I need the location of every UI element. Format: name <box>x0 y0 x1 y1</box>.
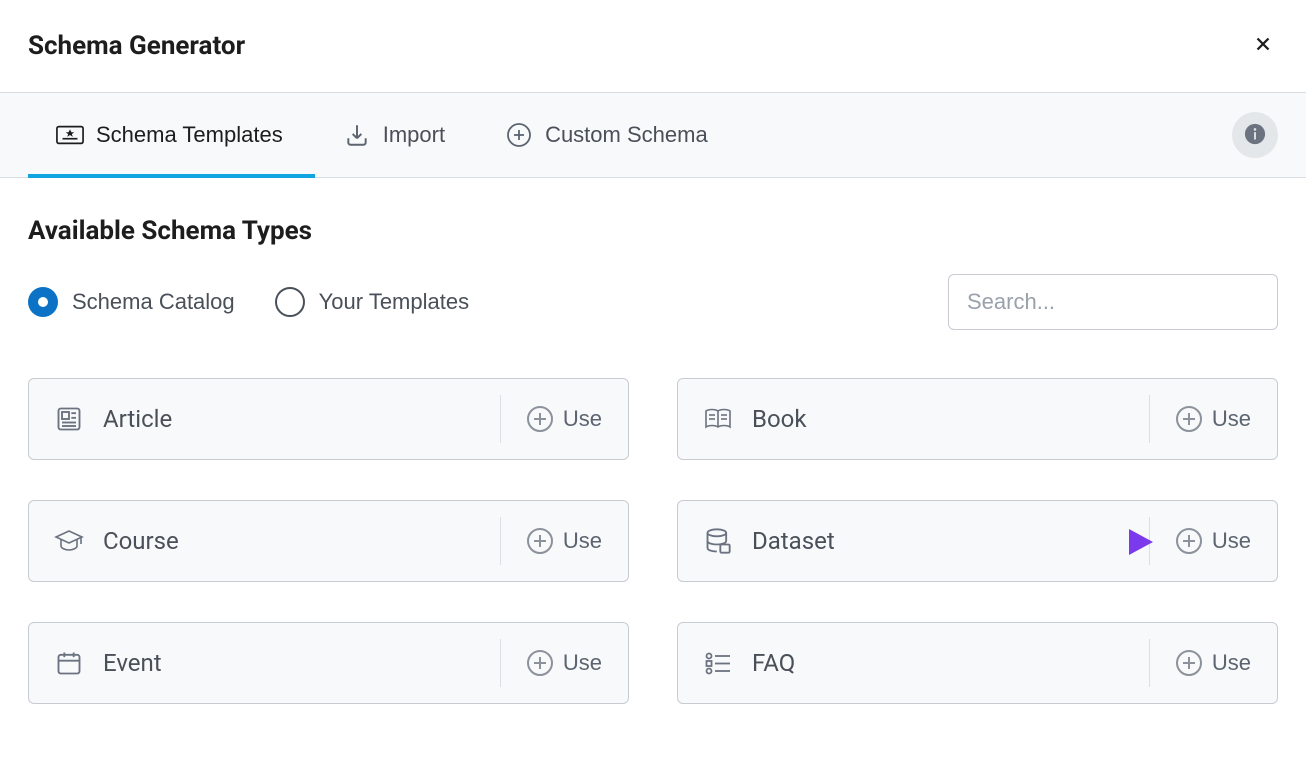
custom-schema-icon <box>505 121 533 149</box>
use-label: Use <box>563 406 602 432</box>
schema-card-article[interactable]: Article Use <box>28 378 629 460</box>
use-button-course[interactable]: Use <box>500 517 628 565</box>
close-icon <box>1252 30 1274 61</box>
schema-card-course[interactable]: Course Use <box>28 500 629 582</box>
card-label: Dataset <box>752 527 835 555</box>
tab-label: Schema Templates <box>96 122 283 148</box>
schema-card-book[interactable]: Book Use <box>677 378 1278 460</box>
plus-circle-icon <box>1176 406 1202 432</box>
book-icon <box>700 401 736 437</box>
dataset-icon <box>700 523 736 559</box>
plus-circle-icon <box>527 406 553 432</box>
card-label: Event <box>103 649 162 677</box>
radio-label: Schema Catalog <box>72 289 235 315</box>
dialog-title: Schema Generator <box>28 31 245 61</box>
tab-schema-templates[interactable]: Schema Templates <box>28 93 315 177</box>
course-icon <box>51 523 87 559</box>
use-button-event[interactable]: Use <box>500 639 628 687</box>
dialog-header: Schema Generator <box>0 0 1306 92</box>
plus-circle-icon <box>1176 650 1202 676</box>
card-label: Book <box>752 405 807 433</box>
radio-indicator-icon <box>275 287 305 317</box>
card-label: Article <box>103 405 172 433</box>
tab-import[interactable]: Import <box>315 93 477 177</box>
schema-templates-icon <box>56 121 84 149</box>
schema-card-dataset[interactable]: Dataset Use <box>677 500 1278 582</box>
filter-row: Schema Catalog Your Templates <box>28 274 1278 330</box>
use-button-dataset[interactable]: Use <box>1149 517 1277 565</box>
radio-your-templates[interactable]: Your Templates <box>275 287 469 317</box>
tabs-bar: Schema Templates Import Custom Schema <box>0 92 1306 178</box>
tab-custom-schema[interactable]: Custom Schema <box>477 93 740 177</box>
tab-label: Import <box>383 122 445 148</box>
content-area: Available Schema Types Schema Catalog Yo… <box>0 178 1306 732</box>
schema-card-faq[interactable]: FAQ Use <box>677 622 1278 704</box>
schema-card-event[interactable]: Event Use <box>28 622 629 704</box>
radio-schema-catalog[interactable]: Schema Catalog <box>28 287 235 317</box>
use-label: Use <box>1212 528 1251 554</box>
info-button[interactable] <box>1232 112 1278 158</box>
use-label: Use <box>563 650 602 676</box>
annotation-arrow-icon <box>1057 519 1157 565</box>
use-button-book[interactable]: Use <box>1149 395 1277 443</box>
article-icon <box>51 401 87 437</box>
tab-label: Custom Schema <box>545 122 708 148</box>
plus-circle-icon <box>527 528 553 554</box>
use-button-faq[interactable]: Use <box>1149 639 1277 687</box>
plus-circle-icon <box>527 650 553 676</box>
card-label: FAQ <box>752 649 795 677</box>
use-label: Use <box>1212 406 1251 432</box>
close-button[interactable] <box>1248 28 1278 64</box>
info-icon <box>1244 123 1266 148</box>
event-icon <box>51 645 87 681</box>
use-label: Use <box>563 528 602 554</box>
use-button-article[interactable]: Use <box>500 395 628 443</box>
search-input[interactable] <box>948 274 1278 330</box>
radio-indicator-icon <box>28 287 58 317</box>
schema-cards-grid: Article Use Book Use Course Use <box>28 378 1278 704</box>
import-icon <box>343 121 371 149</box>
section-title: Available Schema Types <box>28 216 1278 246</box>
plus-circle-icon <box>1176 528 1202 554</box>
card-label: Course <box>103 527 179 555</box>
faq-icon <box>700 645 736 681</box>
use-label: Use <box>1212 650 1251 676</box>
filter-radio-group: Schema Catalog Your Templates <box>28 287 469 317</box>
radio-label: Your Templates <box>319 289 469 315</box>
